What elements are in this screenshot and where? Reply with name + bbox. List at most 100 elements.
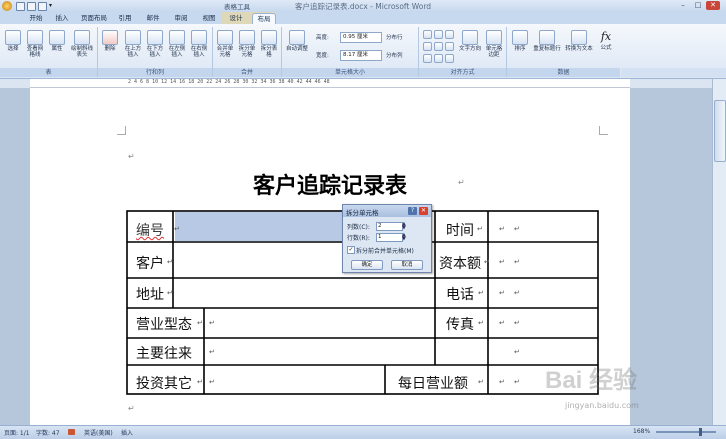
align-middle-left-icon[interactable] <box>423 42 432 51</box>
cell-label-time[interactable]: 时间 <box>446 220 474 240</box>
status-word-count[interactable]: 字数: 47 <box>36 428 60 437</box>
split-table-icon <box>261 30 277 45</box>
column-width-input[interactable]: 8.17 厘米 <box>340 50 382 61</box>
tab-design[interactable]: 设计 <box>224 13 248 24</box>
close-window-button[interactable]: ✕ <box>706 1 720 10</box>
split-cells-dialog[interactable]: 拆分单元格 ? ✕ 列数(C): 2 ▲ ▼ 行数(R): 1 ▲ ▼ ✓ 拆分前合… <box>342 204 432 273</box>
merge-before-split-checkbox[interactable]: ✓ <box>347 246 355 254</box>
rows-input[interactable]: 1 <box>376 233 403 242</box>
horizontal-ruler[interactable] <box>30 79 630 88</box>
cell-end-mark: ↵ <box>499 289 505 297</box>
split-cells-button[interactable]: 拆分单元格 <box>237 30 257 58</box>
insert-below-icon <box>147 30 163 45</box>
status-zoom-level[interactable]: 168% <box>633 428 650 435</box>
distribute-columns-button[interactable]: 分布列 <box>386 51 403 59</box>
group-label-cell-size: 单元格大小 <box>282 68 418 77</box>
cell-end-mark: ↵ <box>209 348 215 356</box>
status-language[interactable]: 英语(美国) <box>84 428 113 437</box>
cell-end-mark: ↵ <box>478 378 484 386</box>
rows-spinner-icon[interactable]: ▲ ▼ <box>402 233 406 242</box>
group-label-rows-columns: 行和列 <box>98 68 212 77</box>
text-direction-button[interactable]: 文字方向 <box>458 30 482 58</box>
cell-end-mark: ↵ <box>209 378 215 386</box>
properties-button[interactable]: 属性 <box>47 30 67 58</box>
window-title: 客户追踪记录表.docx - Microsoft Word <box>294 2 432 11</box>
align-bottom-left-icon[interactable] <box>423 54 432 63</box>
draw-diagonal-header-button[interactable]: 绘制斜线表头 <box>69 30 95 58</box>
cell-label-capital[interactable]: 资本额 <box>439 253 481 273</box>
distribute-rows-button[interactable]: 分布行 <box>386 33 403 41</box>
tab-insert[interactable]: 插入 <box>50 13 74 24</box>
dialog-help-button[interactable]: ? <box>408 207 417 215</box>
autofit-button[interactable]: 自动调整 <box>284 30 310 58</box>
cell-end-mark: ↵ <box>167 289 173 297</box>
tab-review[interactable]: 审阅 <box>170 13 192 24</box>
cell-label-fax[interactable]: 传真 <box>446 314 474 334</box>
dialog-ok-button[interactable]: 确定 <box>351 260 383 270</box>
row-height-label: 高度: <box>316 35 329 41</box>
cell-label-phone[interactable]: 电话 <box>446 284 474 304</box>
repeat-header-rows-button[interactable]: 重复标题行 <box>532 30 562 58</box>
insert-above-button[interactable]: 在上方插入 <box>123 30 143 58</box>
ribbon-empty-area <box>621 68 726 77</box>
cell-label-other-investments[interactable]: 投资其它 <box>136 373 192 393</box>
minimize-button[interactable]: – <box>676 1 690 10</box>
formula-button[interactable]: fx 公式 <box>596 30 616 58</box>
columns-input[interactable]: 2 <box>376 222 403 231</box>
status-page[interactable]: 页面: 1/1 <box>4 428 30 437</box>
dialog-title: 拆分单元格 <box>346 209 379 217</box>
insert-below-button[interactable]: 在下方插入 <box>145 30 165 58</box>
align-bottom-right-icon[interactable] <box>445 54 454 63</box>
cell-label-number[interactable]: 编号 <box>136 220 164 240</box>
merge-cells-button[interactable]: 合并单元格 <box>215 30 235 58</box>
cell-label-customer[interactable]: 客户 <box>136 253 164 273</box>
dialog-title-bar[interactable]: 拆分单元格 <box>343 205 431 217</box>
columns-label: 列数(C): <box>347 224 370 231</box>
row-height-input[interactable]: 0.95 厘米 <box>340 32 382 43</box>
insert-right-button[interactable]: 在右侧插入 <box>189 30 209 58</box>
zoom-slider[interactable] <box>656 431 716 433</box>
view-gridlines-button[interactable]: 查看网格线 <box>25 30 45 58</box>
zoom-slider-thumb[interactable] <box>699 428 702 436</box>
cell-label-daily-revenue[interactable]: 每日营业额 <box>398 373 468 393</box>
convert-to-text-button[interactable]: 转换为文本 <box>564 30 594 58</box>
cell-label-main-contacts[interactable]: 主要往来 <box>136 343 192 363</box>
cell-margins-icon <box>486 30 502 45</box>
cell-label-business-type[interactable]: 营业型态 <box>136 314 192 334</box>
convert-text-icon <box>571 30 587 45</box>
align-bottom-center-icon[interactable] <box>434 54 443 63</box>
tab-mailings[interactable]: 邮件 <box>142 13 164 24</box>
align-middle-center-icon[interactable] <box>434 42 443 51</box>
tab-view[interactable]: 视图 <box>198 13 220 24</box>
align-top-center-icon[interactable] <box>434 30 443 39</box>
tab-references[interactable]: 引用 <box>114 13 136 24</box>
ruler-labels: 2 4 6 8 10 12 14 16 18 20 22 24 26 28 30… <box>128 79 330 85</box>
cell-margins-button[interactable]: 单元格边距 <box>484 30 504 58</box>
columns-spinner-icon[interactable]: ▲ ▼ <box>402 222 406 231</box>
diagonal-header-icon <box>74 30 90 45</box>
delete-button[interactable]: 删除 <box>100 30 120 58</box>
insert-left-button[interactable]: 在左侧插入 <box>167 30 187 58</box>
align-top-left-icon[interactable] <box>423 30 432 39</box>
dialog-close-button[interactable]: ✕ <box>419 207 428 215</box>
maximize-button[interactable]: □ <box>691 1 705 10</box>
dialog-cancel-button[interactable]: 取消 <box>391 260 423 270</box>
align-top-right-icon[interactable] <box>445 30 454 39</box>
status-insert-mode[interactable]: 插入 <box>121 428 133 437</box>
paragraph-mark: ↵ <box>128 404 135 413</box>
tab-home[interactable]: 开始 <box>24 13 48 24</box>
cell-end-mark: ↵ <box>499 258 505 266</box>
text-direction-icon <box>462 30 478 45</box>
alignment-grid[interactable] <box>423 30 454 64</box>
tab-page-layout[interactable]: 页面布局 <box>78 13 110 24</box>
sort-button[interactable]: 排序 <box>510 30 530 58</box>
scrollbar-thumb[interactable] <box>714 100 726 162</box>
align-middle-right-icon[interactable] <box>445 42 454 51</box>
proofing-icon[interactable] <box>68 429 75 435</box>
document-title[interactable]: 客户追踪记录表 <box>30 168 630 200</box>
cell-end-mark: ↵ <box>209 319 215 327</box>
split-table-button[interactable]: 拆分表格 <box>259 30 279 58</box>
select-button[interactable]: 选择 <box>3 30 23 58</box>
row-end-mark: ↵ <box>514 258 520 266</box>
cell-label-address[interactable]: 地址 <box>136 284 164 304</box>
